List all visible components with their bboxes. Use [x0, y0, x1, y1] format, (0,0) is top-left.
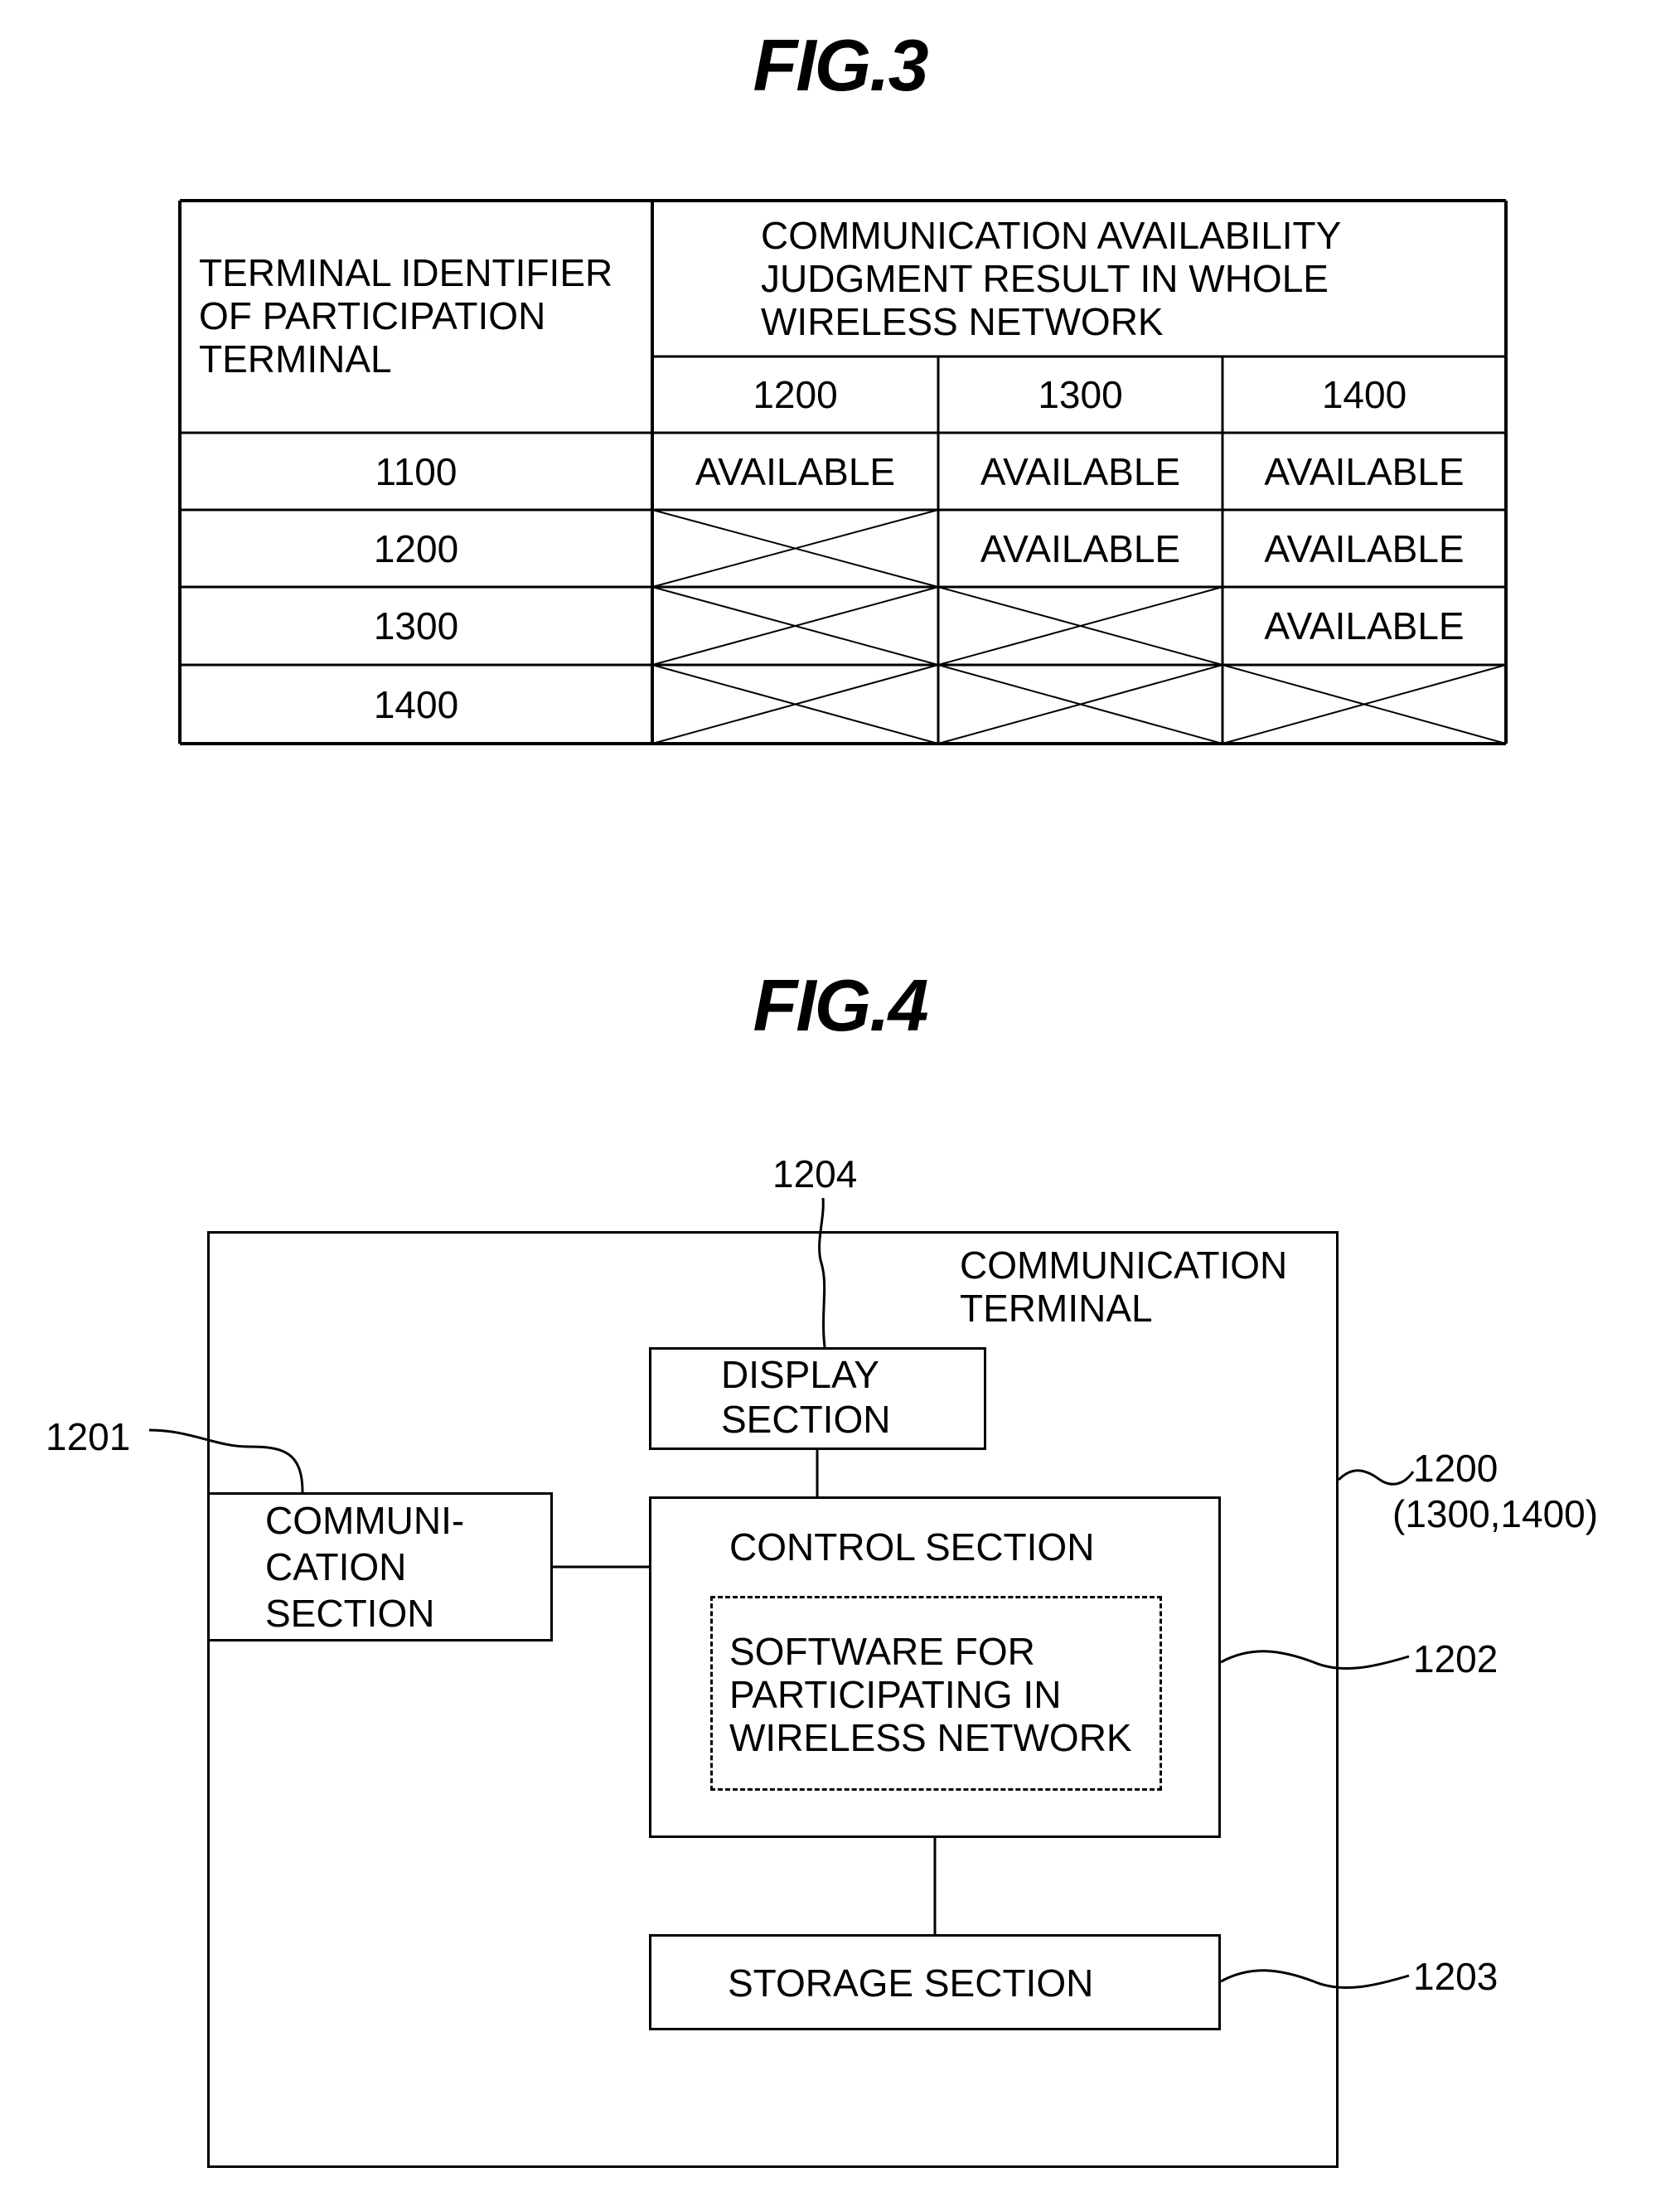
fig4-connectors [148, 1197, 1415, 1990]
ref-1200-alt: (1300,1400) [1392, 1492, 1599, 1535]
leader-1202 [1220, 1650, 1410, 1671]
ref-1202: 1202 [1413, 1637, 1498, 1680]
ref-1201: 1201 [46, 1415, 131, 1458]
leader-1204 [818, 1197, 826, 1348]
ref-1200: 1200 [1413, 1447, 1498, 1490]
leader-1201 [148, 1428, 304, 1493]
leader-1203 [1220, 1969, 1410, 1990]
leader-1200 [1337, 1469, 1415, 1486]
ref-1204: 1204 [772, 1152, 858, 1195]
ref-1203: 1203 [1413, 1955, 1498, 1998]
